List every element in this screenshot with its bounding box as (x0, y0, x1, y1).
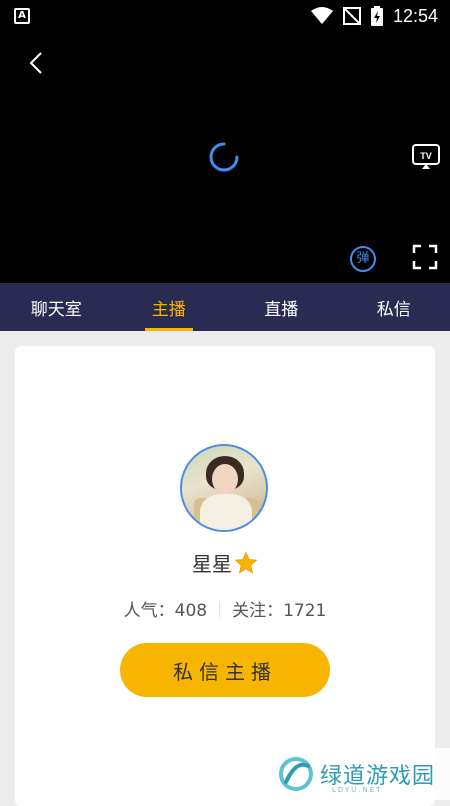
status-time: 12:54 (393, 6, 438, 27)
app-notification-icon: A (14, 8, 30, 24)
star-icon (234, 551, 258, 575)
avatar[interactable] (180, 444, 268, 532)
tab-live[interactable]: 直播 (225, 283, 338, 331)
tv-cast-button[interactable]: TV (412, 144, 440, 170)
tab-chatroom[interactable]: 聊天室 (0, 283, 113, 331)
following-count: 关注：1721 (232, 596, 326, 621)
wifi-icon (311, 7, 333, 25)
tab-anchor[interactable]: 主播 (113, 283, 226, 331)
popularity-count: 人气：408 (124, 596, 207, 621)
loading-spinner-icon (208, 141, 240, 173)
fullscreen-icon[interactable] (412, 244, 438, 270)
video-player[interactable]: TV 弹 (0, 32, 450, 283)
tab-bar: 聊天室 主播 直播 私信 (0, 283, 450, 331)
stats-divider (219, 601, 220, 617)
message-anchor-button[interactable]: 私信主播 (120, 643, 330, 697)
status-icons: 12:54 (311, 4, 438, 28)
watermark-sub: LDYU.NET (332, 786, 382, 794)
status-bar: A 12:54 (0, 0, 450, 32)
battery-icon (371, 6, 383, 26)
danmu-toggle-button[interactable]: 弹 (350, 246, 376, 272)
anchor-card: 星星 人气：408 关注：1721 私信主播 (15, 346, 435, 806)
tv-label: TV (420, 151, 432, 161)
anchor-name: 星星 (192, 548, 232, 577)
watermark-logo-icon (278, 756, 314, 792)
no-signal-icon (343, 7, 361, 25)
tab-messages[interactable]: 私信 (338, 283, 450, 331)
anchor-stats: 人气：408 关注：1721 (15, 596, 435, 621)
anchor-name-row: 星星 (15, 548, 435, 577)
anchor-panel: 星星 人气：408 关注：1721 私信主播 (0, 331, 450, 800)
watermark: 绿道游戏园 LDYU.NET (272, 748, 450, 800)
back-icon[interactable] (24, 50, 50, 76)
tv-icon: TV (412, 144, 440, 170)
